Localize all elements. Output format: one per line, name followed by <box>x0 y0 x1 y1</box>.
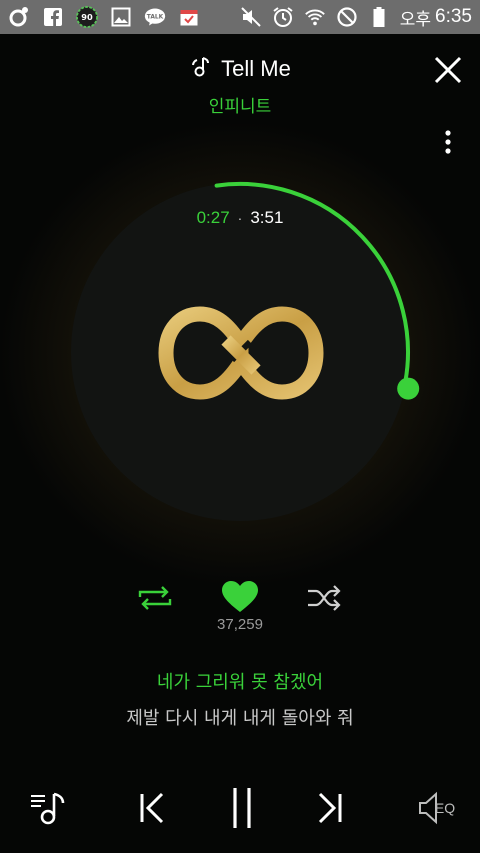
facebook-icon <box>42 6 64 28</box>
alarm-icon <box>272 6 294 28</box>
gallery-icon <box>110 6 132 28</box>
like-count: 37,259 <box>217 616 263 633</box>
calendar-icon <box>178 6 200 28</box>
kakaotalk-icon: TALK <box>144 6 166 28</box>
shuffle-icon <box>308 585 341 611</box>
progress-knob[interactable] <box>397 377 420 400</box>
badge-count: 90 <box>81 12 93 22</box>
song-actions <box>0 580 480 616</box>
next-icon <box>318 792 342 824</box>
lyric-current-line[interactable]: 네가 그리워 못 참겠어 <box>0 668 480 694</box>
elapsed-time: 0:27 <box>196 208 230 227</box>
previous-button[interactable] <box>132 786 172 830</box>
eq-label: EQ <box>434 800 456 816</box>
equalizer-button[interactable]: EQ <box>412 786 460 830</box>
playlist-icon <box>31 792 65 825</box>
heart-icon <box>222 581 258 612</box>
repeat-button[interactable] <box>136 584 174 612</box>
like-button[interactable] <box>221 580 259 614</box>
talk-label: TALK <box>147 15 164 21</box>
total-time: 3:51 <box>250 208 284 227</box>
pause-button[interactable] <box>222 786 262 830</box>
music-app-icon <box>8 6 30 28</box>
shuffle-button[interactable] <box>306 584 344 612</box>
battery-icon <box>368 6 390 28</box>
block-icon <box>336 6 358 28</box>
pause-icon <box>233 788 251 828</box>
lyric-next-line[interactable]: 제발 다시 내게 내게 돌아와 줘 <box>0 704 480 730</box>
playback-controls: EQ <box>0 780 480 836</box>
repeat-icon <box>138 586 172 610</box>
player-screen: Tell Me 인피니트 0:27 · 3:51 37,259 네가 그리워 못… <box>0 34 480 853</box>
wifi-icon <box>304 6 326 28</box>
time-separator: · <box>237 210 243 226</box>
badge-icon: 90 <box>76 6 98 28</box>
infinite-logo <box>158 306 324 400</box>
next-button[interactable] <box>310 786 350 830</box>
clock-time: 6:35 <box>435 6 472 27</box>
clock: 오후 6:35 <box>400 5 472 30</box>
status-bar: 90 TALK 오후 6:35 <box>0 0 480 34</box>
previous-icon <box>140 792 164 824</box>
playlist-button[interactable] <box>26 786 70 830</box>
mute-icon <box>240 6 262 28</box>
clock-ampm: 오후 <box>399 9 432 29</box>
time-readout: 0:27 · 3:51 <box>0 208 480 228</box>
